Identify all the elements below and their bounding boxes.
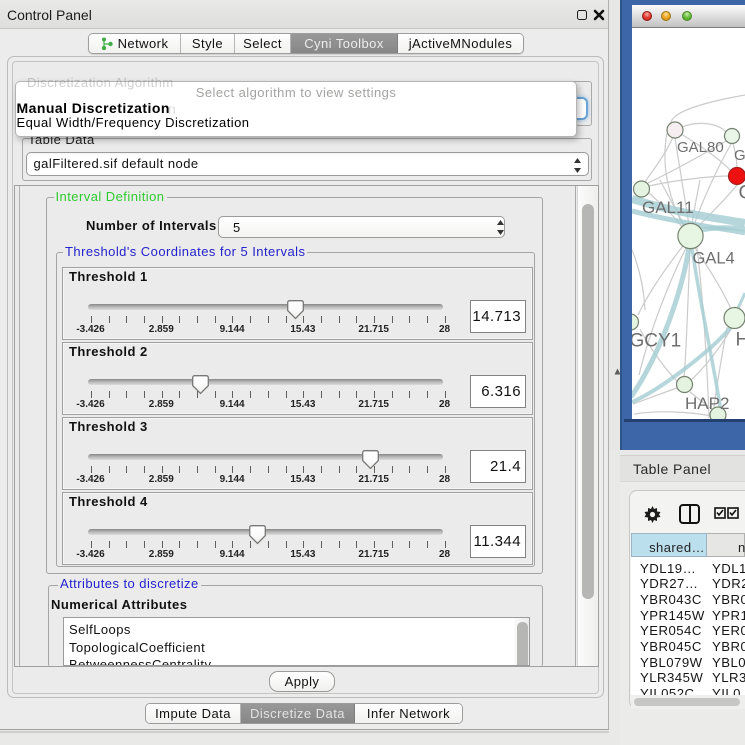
svg-text:GAL4: GAL4 [693, 250, 735, 268]
svg-text:C: C [739, 183, 745, 204]
svg-text:H: H [736, 330, 745, 351]
svg-text:GA: GA [734, 147, 745, 164]
svg-text:HAP2: HAP2 [685, 394, 729, 413]
svg-text:GCY1: GCY1 [632, 331, 681, 352]
svg-text:GAL11: GAL11 [642, 198, 694, 217]
svg-text:GAL80: GAL80 [677, 139, 724, 156]
